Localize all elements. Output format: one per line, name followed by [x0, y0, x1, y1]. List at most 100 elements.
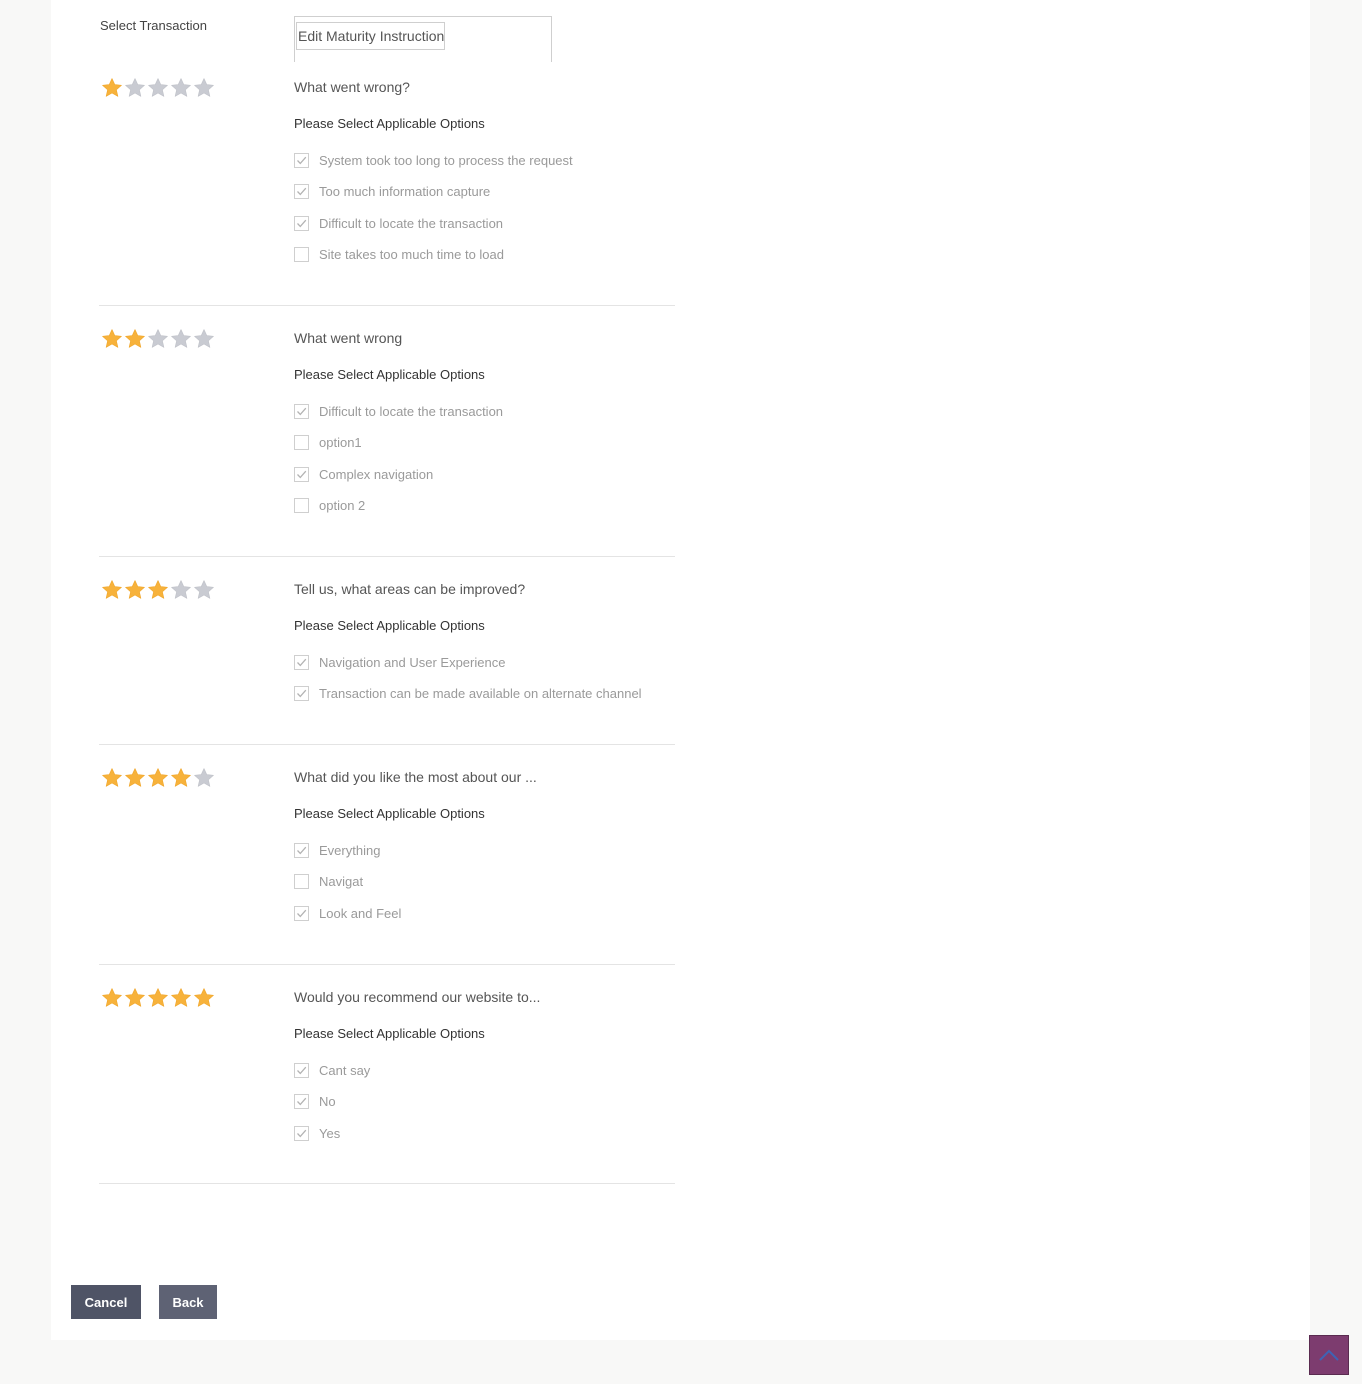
star-icon[interactable]	[147, 77, 169, 99]
option-checkbox[interactable]	[294, 403, 309, 419]
option-label: Navigation and User Experience	[319, 654, 506, 670]
option-item[interactable]: Everything	[294, 841, 380, 859]
star-icon[interactable]	[147, 579, 169, 601]
option-checkbox[interactable]	[294, 215, 309, 231]
star-icon[interactable]	[124, 77, 146, 99]
chevron-up-icon	[1319, 1349, 1339, 1361]
option-item[interactable]: option 2	[294, 496, 365, 514]
option-item[interactable]: Transaction can be made available on alt…	[294, 684, 642, 702]
option-item[interactable]: Yes	[294, 1124, 340, 1142]
select-transaction-label: Select Transaction	[100, 18, 207, 33]
star-icon[interactable]	[124, 579, 146, 601]
option-checkbox[interactable]	[294, 246, 309, 262]
star-icon[interactable]	[193, 987, 215, 1009]
option-item[interactable]: Difficult to locate the transaction	[294, 402, 503, 420]
star-icon[interactable]	[170, 767, 192, 789]
check-icon	[297, 1066, 307, 1074]
star-rating[interactable]	[101, 77, 215, 99]
check-icon	[297, 846, 307, 854]
option-item[interactable]: Complex navigation	[294, 465, 433, 483]
option-label: Complex navigation	[319, 466, 434, 482]
star-icon[interactable]	[193, 579, 215, 601]
back-button[interactable]: Back	[159, 1285, 217, 1319]
star-rating[interactable]	[101, 987, 215, 1009]
options-subtitle: Please Select Applicable Options	[294, 618, 485, 633]
option-checkbox[interactable]	[294, 1125, 309, 1141]
option-label: Too much information capture	[319, 183, 491, 199]
option-item[interactable]: System took too long to process the requ…	[294, 151, 573, 169]
option-item[interactable]: Difficult to locate the transaction	[294, 214, 503, 232]
star-rating[interactable]	[101, 328, 215, 350]
option-checkbox[interactable]	[294, 685, 309, 701]
star-icon[interactable]	[170, 328, 192, 350]
star-icon[interactable]	[147, 987, 169, 1009]
option-checkbox[interactable]	[294, 497, 309, 513]
star-icon[interactable]	[101, 77, 123, 99]
star-icon[interactable]	[101, 328, 123, 350]
option-checkbox[interactable]	[294, 434, 309, 450]
options-subtitle: Please Select Applicable Options	[294, 367, 485, 382]
option-label: System took too long to process the requ…	[319, 152, 573, 168]
star-icon[interactable]	[170, 579, 192, 601]
star-icon[interactable]	[101, 579, 123, 601]
option-item[interactable]: Too much information capture	[294, 182, 490, 200]
option-label: Cant say	[319, 1062, 371, 1078]
option-checkbox[interactable]	[294, 654, 309, 670]
option-item[interactable]: Site takes too much time to load	[294, 245, 504, 263]
star-icon[interactable]	[193, 328, 215, 350]
check-icon	[297, 909, 307, 917]
star-icon[interactable]	[147, 328, 169, 350]
rating-section: Would you recommend our website to... Ple…	[99, 987, 675, 1184]
option-checkbox[interactable]	[294, 1093, 309, 1109]
section-divider	[99, 1183, 675, 1184]
star-icon[interactable]	[170, 987, 192, 1009]
option-checkbox[interactable]	[294, 842, 309, 858]
star-icon[interactable]	[193, 77, 215, 99]
selected-transaction-tag[interactable]: Edit Maturity Instruction	[296, 22, 446, 50]
option-label: Look and Feel	[319, 905, 402, 921]
option-label: Transaction can be made available on alt…	[319, 685, 642, 701]
option-checkbox[interactable]	[294, 183, 309, 199]
transaction-select[interactable]: Edit Maturity Instruction	[294, 16, 552, 62]
option-checkbox[interactable]	[294, 905, 309, 921]
star-icon[interactable]	[170, 77, 192, 99]
rating-section: Tell us, what areas can be improved? Plea…	[99, 579, 675, 745]
option-checkbox[interactable]	[294, 152, 309, 168]
check-icon	[297, 658, 307, 666]
star-icon[interactable]	[101, 767, 123, 789]
scroll-to-top-button[interactable]	[1309, 1335, 1349, 1375]
rating-section: What went wrong? Please Select Applicable…	[99, 77, 675, 306]
rating-section: What did you like the most about our ...…	[99, 767, 675, 965]
star-icon[interactable]	[124, 987, 146, 1009]
option-item[interactable]: Cant say	[294, 1061, 370, 1079]
option-label: Everything	[319, 842, 381, 858]
section-divider	[99, 964, 675, 965]
option-label: Navigat	[319, 873, 364, 889]
star-icon[interactable]	[124, 767, 146, 789]
cancel-button[interactable]: Cancel	[71, 1285, 141, 1319]
star-rating[interactable]	[101, 579, 215, 601]
option-checkbox[interactable]	[294, 466, 309, 482]
options-subtitle: Please Select Applicable Options	[294, 806, 485, 821]
option-label: No	[319, 1093, 336, 1109]
rating-section: What went wrong Please Select Applicable …	[99, 328, 675, 557]
section-divider	[99, 556, 675, 557]
star-rating[interactable]	[101, 767, 215, 789]
star-icon[interactable]	[101, 987, 123, 1009]
option-checkbox[interactable]	[294, 873, 309, 889]
question-title: What did you like the most about our ...	[294, 769, 537, 785]
check-icon	[297, 1129, 307, 1137]
star-icon[interactable]	[193, 767, 215, 789]
option-label: Site takes too much time to load	[319, 246, 504, 262]
star-icon[interactable]	[124, 328, 146, 350]
option-item[interactable]: Navigation and User Experience	[294, 653, 505, 671]
check-icon	[297, 156, 307, 164]
option-item[interactable]: Look and Feel	[294, 904, 401, 922]
star-icon[interactable]	[147, 767, 169, 789]
option-checkbox[interactable]	[294, 1062, 309, 1078]
option-item[interactable]: option1	[294, 433, 362, 451]
option-item[interactable]: No	[294, 1092, 336, 1110]
check-icon	[297, 187, 307, 195]
option-item[interactable]: Navigat	[294, 872, 363, 890]
option-label: Difficult to locate the transaction	[319, 403, 504, 419]
